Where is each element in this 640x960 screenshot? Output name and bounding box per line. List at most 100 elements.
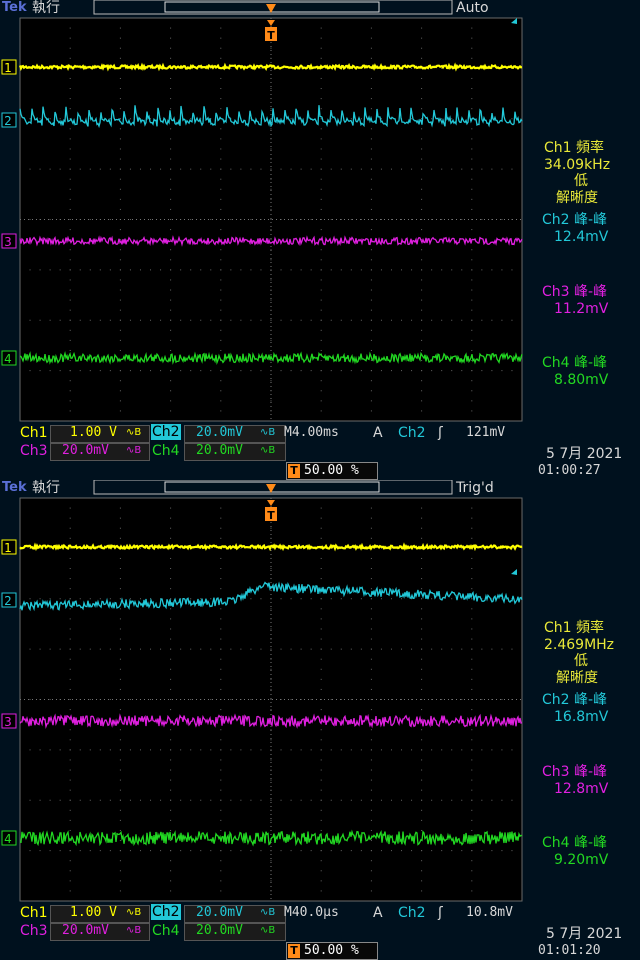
- ch4-label: Ch4: [152, 443, 180, 459]
- grid-dot: [119, 568, 121, 570]
- grid-dot: [421, 799, 423, 801]
- grid-dot: [170, 279, 172, 281]
- grid-dot: [370, 870, 372, 872]
- grid-dot: [69, 208, 71, 210]
- grid-dot: [471, 860, 473, 862]
- grid-dot: [320, 229, 322, 231]
- grid-dot: [340, 749, 342, 751]
- grid-dot: [320, 809, 322, 811]
- grid-dot: [129, 269, 131, 271]
- grid-dot: [220, 329, 222, 331]
- grid-dot: [431, 319, 433, 321]
- ch4-measure-value: 8.80mV: [554, 372, 609, 388]
- grid-dot: [240, 850, 242, 852]
- grid-dot: [250, 269, 252, 271]
- grid-dot: [390, 219, 392, 220]
- grid-dot: [69, 98, 71, 100]
- grid-dot: [200, 269, 202, 271]
- grid-dot: [270, 148, 272, 150]
- grid-dot: [421, 628, 423, 630]
- grid-dot: [220, 527, 222, 529]
- grid-dot: [360, 850, 362, 852]
- grid-dot: [79, 370, 81, 372]
- grid-dot: [220, 537, 222, 539]
- grid-dot: [471, 829, 473, 831]
- grid-dot: [119, 668, 121, 670]
- grid-dot: [99, 269, 101, 271]
- grid-dot: [280, 168, 282, 170]
- ch1-measure-title: Ch1 頻率: [544, 140, 605, 156]
- grid-dot: [481, 850, 483, 852]
- grid-dot: [59, 269, 61, 271]
- grid-dot: [250, 648, 252, 650]
- ch3-scale: 20.0mV: [62, 443, 109, 458]
- grid-dot: [471, 299, 473, 301]
- grid-dot: [360, 219, 362, 220]
- grid-dot: [360, 118, 362, 120]
- ch4-bandwidth-icon: ∿B: [260, 445, 276, 456]
- grid-dot: [69, 557, 71, 559]
- grid-dot: [320, 390, 322, 392]
- grid-dot: [471, 178, 473, 180]
- grid-dot: [370, 410, 372, 412]
- grid-dot: [471, 850, 473, 852]
- grid-dot: [421, 527, 423, 529]
- grid-dot: [421, 299, 423, 301]
- grid-dot: [119, 279, 121, 281]
- grid-dot: [210, 547, 212, 549]
- grid-dot: [69, 279, 71, 281]
- grid-dot: [119, 370, 121, 372]
- grid-dot: [69, 799, 71, 801]
- grid-dot: [29, 598, 31, 600]
- grid-dot: [471, 789, 473, 791]
- grid-dot: [89, 648, 91, 650]
- grid-dot: [390, 749, 392, 751]
- grid-dot: [119, 588, 121, 590]
- grid-dot: [320, 568, 322, 570]
- grid-dot: [390, 269, 392, 271]
- grid-dot: [340, 648, 342, 650]
- grid-dot: [370, 769, 372, 771]
- grid-dot: [421, 829, 423, 831]
- grid-dot: [170, 309, 172, 311]
- grid-dot: [39, 648, 41, 650]
- grid-dot: [320, 668, 322, 670]
- grid-dot: [270, 299, 272, 301]
- grid-dot: [340, 370, 342, 372]
- grid-dot: [421, 289, 423, 291]
- grid-dot: [170, 527, 172, 529]
- grid-dot: [119, 799, 121, 801]
- grid-dot: [170, 789, 172, 791]
- grid-dot: [150, 118, 152, 120]
- grid-dot: [491, 799, 493, 801]
- grid-dot: [370, 890, 372, 892]
- grid-dot: [190, 699, 192, 700]
- grid-dot: [401, 699, 403, 700]
- grid-dot: [370, 329, 372, 331]
- grid-dot: [310, 598, 312, 600]
- grid-dot: [170, 779, 172, 781]
- grid-dot: [119, 527, 121, 529]
- grid-dot: [69, 259, 71, 261]
- ch1-measure-note2: 解晰度: [556, 190, 598, 206]
- grid-dot: [119, 108, 121, 110]
- grid-dot: [471, 289, 473, 291]
- grid-dot: [29, 269, 31, 271]
- grid-dot: [220, 648, 222, 650]
- grid-dot: [99, 319, 101, 321]
- grid-dot: [421, 178, 423, 180]
- grid-dot: [69, 668, 71, 670]
- grid-dot: [320, 618, 322, 620]
- grid-dot: [421, 507, 423, 509]
- grid-dot: [471, 158, 473, 160]
- grid-dot: [421, 789, 423, 791]
- grid-dot: [29, 799, 31, 801]
- grid-dot: [330, 219, 332, 220]
- grid-dot: [471, 370, 473, 372]
- grid-dot: [260, 168, 262, 170]
- grid-dot: [69, 578, 71, 580]
- grid-dot: [170, 339, 172, 341]
- grid-dot: [160, 319, 162, 321]
- grid-dot: [390, 370, 392, 372]
- grid-dot: [441, 67, 443, 69]
